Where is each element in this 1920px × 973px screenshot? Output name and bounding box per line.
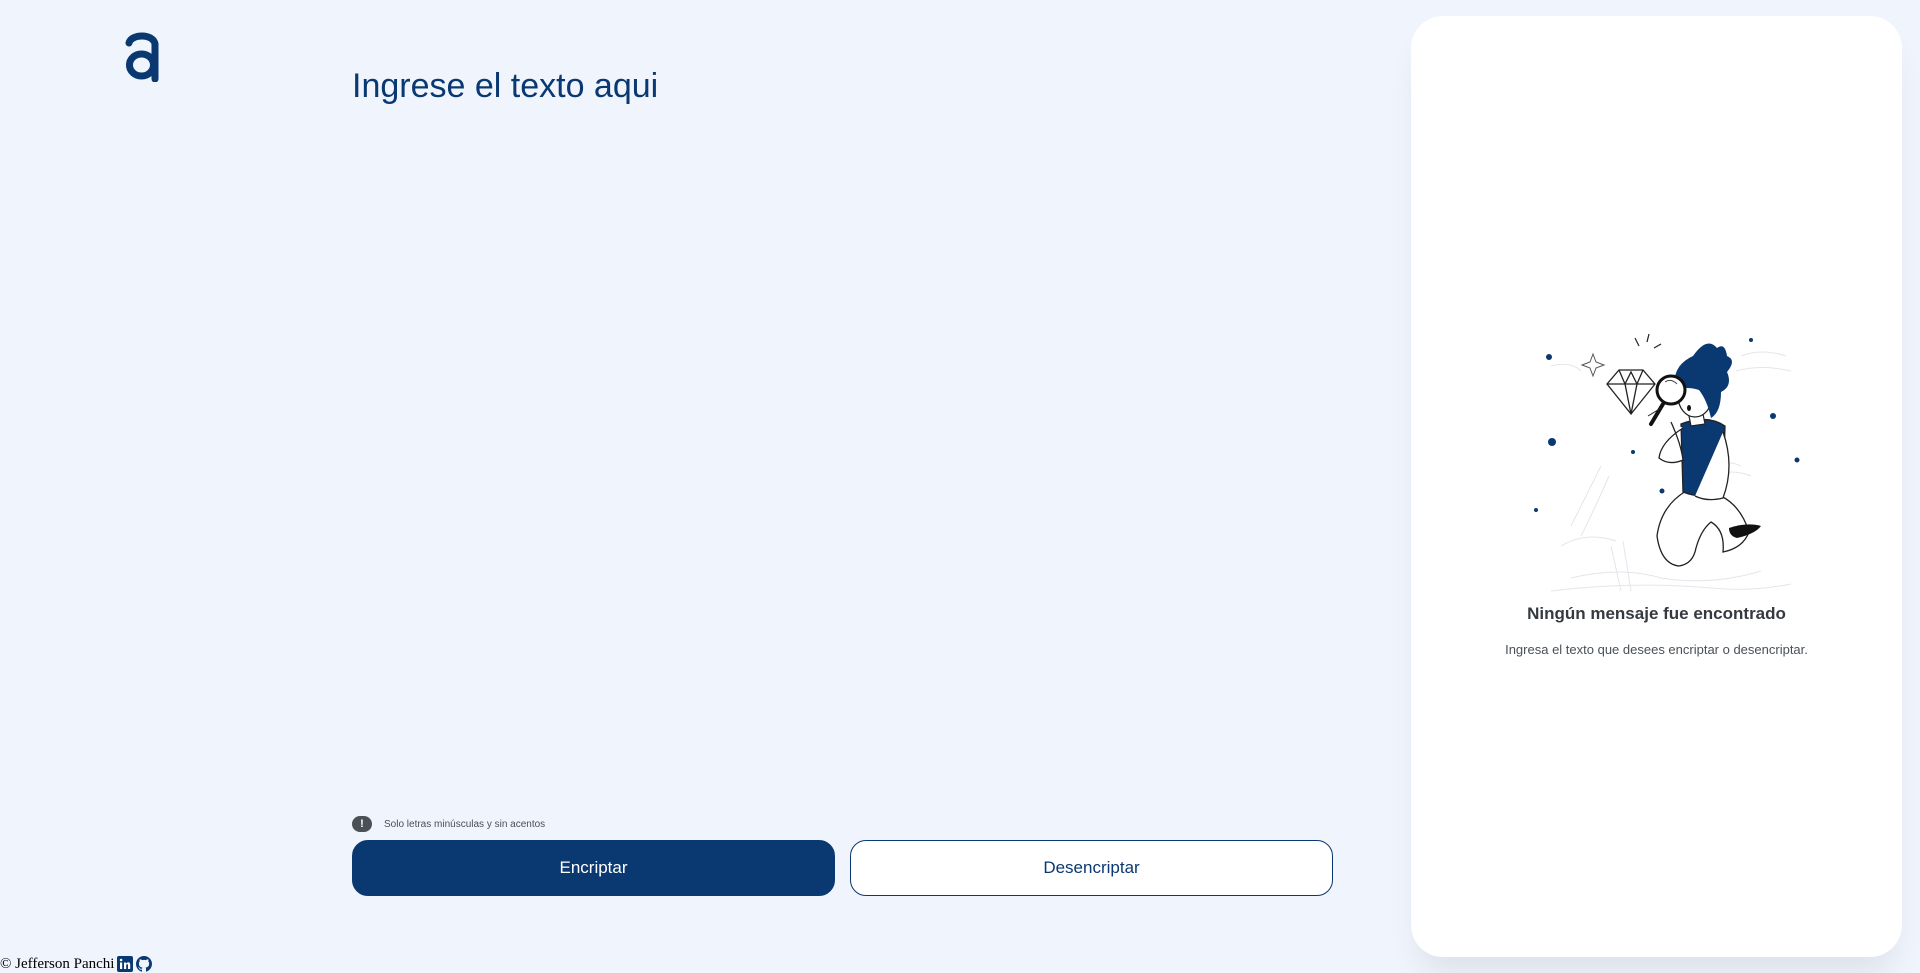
- text-input[interactable]: [352, 62, 1332, 792]
- person-with-magnifying-glass-illustration: [1511, 316, 1811, 596]
- exclamation-icon: !: [352, 816, 372, 832]
- hint-text: Solo letras minúsculas y sin acentos: [384, 818, 546, 830]
- alura-logo-icon[interactable]: [123, 32, 163, 82]
- footer: © Jefferson Panchi: [0, 955, 153, 973]
- encrypt-button[interactable]: Encriptar: [352, 840, 835, 896]
- decrypt-button[interactable]: Desencriptar: [850, 840, 1333, 896]
- empty-state-title: Ningún mensaje fue encontrado: [1527, 604, 1786, 623]
- output-panel: Ningún mensaje fue encontrado Ingresa el…: [1411, 16, 1902, 957]
- github-icon[interactable]: [136, 956, 153, 972]
- empty-state-description: Ingresa el texto que desees encriptar o …: [1505, 642, 1808, 657]
- input-hint: ! Solo letras minúsculas y sin acentos: [352, 816, 545, 832]
- footer-copyright: © Jefferson Panchi: [0, 955, 115, 972]
- linkedin-icon[interactable]: [117, 956, 134, 972]
